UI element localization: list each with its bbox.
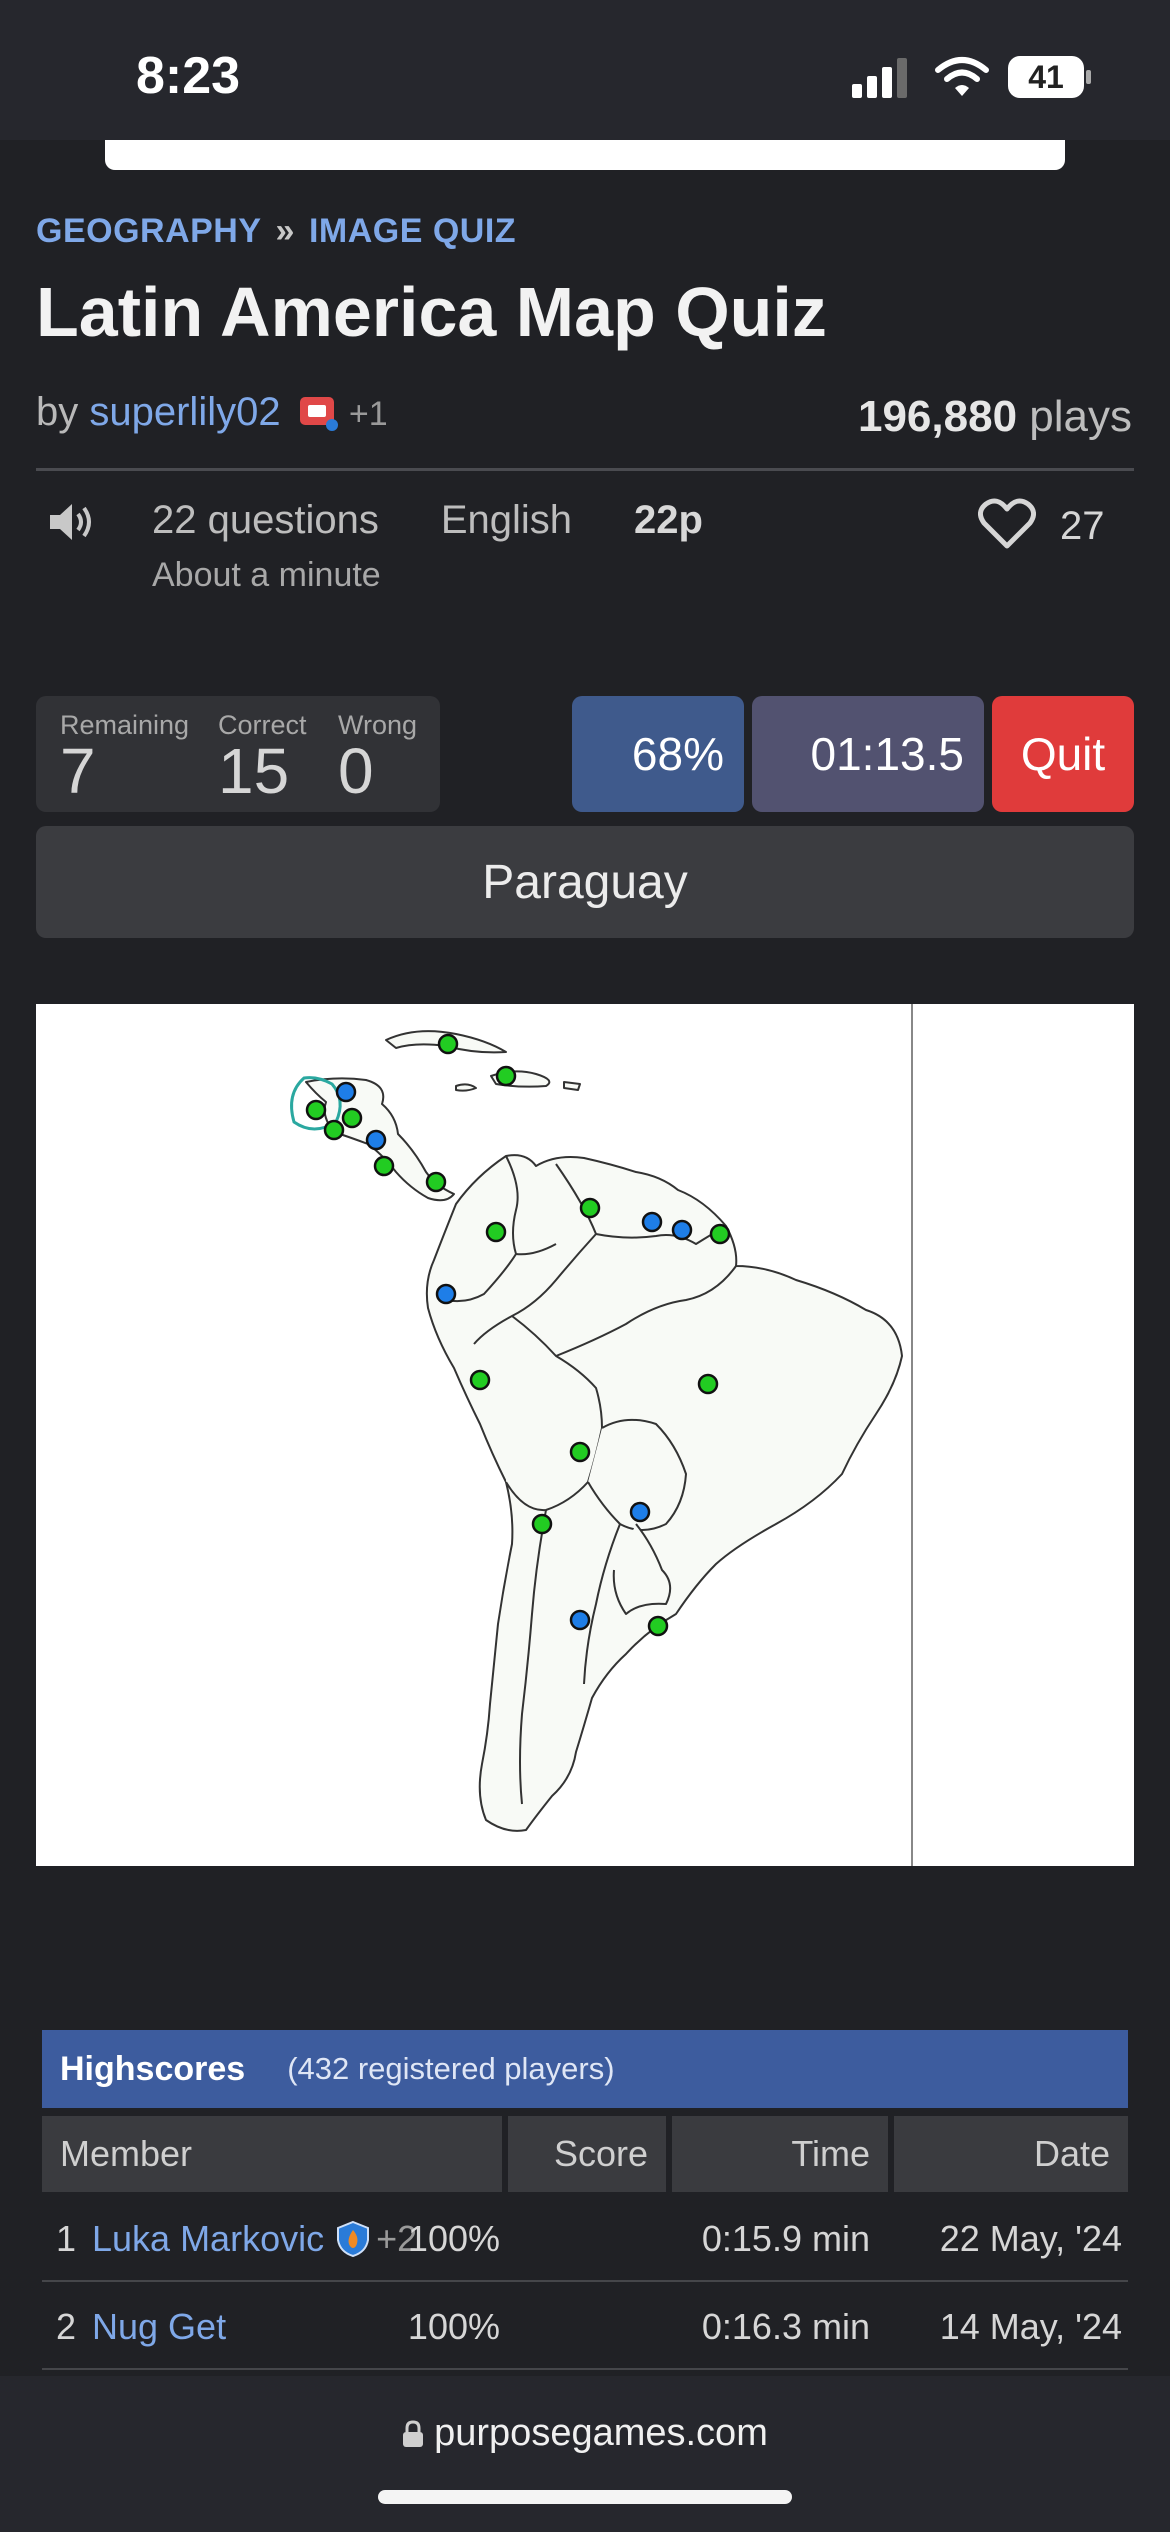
correct-value: 15: [218, 735, 290, 807]
wrong-value: 0: [338, 735, 374, 807]
author-extra: +1: [348, 395, 388, 433]
row-divider: [42, 2280, 1128, 2282]
score: 100%: [407, 2306, 500, 2347]
breadcrumb-image-quiz[interactable]: IMAGE QUIZ: [309, 212, 516, 250]
quiz-points: 22p: [634, 498, 703, 542]
by-label: by: [36, 390, 79, 434]
row-divider: [42, 2368, 1128, 2370]
column-score[interactable]: Score: [508, 2116, 666, 2192]
lock-icon: [403, 2420, 424, 2447]
table-row: 2 Nug Get 100% 0:16.3 min 14 May, '24: [42, 2286, 1128, 2368]
quiz-language[interactable]: English: [441, 498, 572, 542]
breadcrumb-separator: »: [275, 212, 295, 250]
author-link[interactable]: superlily02: [89, 390, 280, 434]
quiz-map[interactable]: [36, 1004, 1134, 1866]
divider: [36, 468, 1134, 471]
clock: 8:23: [136, 47, 241, 105]
page-title: Latin America Map Quiz: [36, 273, 827, 351]
progress-percent: 68%: [572, 696, 744, 812]
plays-number: 196,880: [857, 392, 1018, 441]
plays-count: 196,880 plays: [858, 392, 1132, 442]
wifi-icon: [935, 57, 989, 96]
column-member[interactable]: Member: [42, 2116, 502, 2192]
latin-america-map[interactable]: [36, 1004, 1134, 1866]
like-count: 27: [1060, 504, 1105, 548]
plays-label: plays: [1029, 392, 1132, 441]
shield-badge-icon: [337, 2220, 370, 2258]
home-indicator[interactable]: [378, 2490, 792, 2504]
remaining-value: 7: [60, 735, 96, 807]
quiz-meta: 22 questions English 22p: [152, 498, 765, 543]
battery-tip: [1086, 70, 1091, 84]
author-badge-icon: [299, 397, 338, 431]
highscores-columns: Member Score Time Date: [42, 2116, 1128, 2192]
timer: 01:13.5: [752, 696, 984, 812]
byline: by superlily02 +1: [36, 390, 388, 435]
highscores-subtitle: (432 registered players): [287, 2051, 615, 2086]
time: 0:15.9 min: [701, 2218, 870, 2259]
heart-icon[interactable]: [978, 498, 1036, 550]
breadcrumb: GEOGRAPHY » IMAGE QUIZ: [36, 212, 516, 251]
battery-level: 41: [1028, 58, 1064, 95]
current-question: Paraguay: [36, 826, 1134, 938]
address-bar[interactable]: purposegames.com: [0, 2412, 1170, 2455]
breadcrumb-geography[interactable]: GEOGRAPHY: [36, 212, 262, 250]
member-link[interactable]: Luka Markovic: [92, 2218, 324, 2260]
column-time[interactable]: Time: [672, 2116, 888, 2192]
score: 100%: [407, 2218, 500, 2259]
quiz-duration: About a minute: [152, 556, 381, 594]
ad-banner[interactable]: [105, 140, 1065, 170]
date: 22 May, '24: [939, 2218, 1122, 2259]
speaker-icon[interactable]: [48, 500, 96, 544]
member-link[interactable]: Nug Get: [92, 2306, 226, 2348]
quit-button[interactable]: Quit: [992, 696, 1134, 812]
highscores-title: Highscores: [60, 2049, 246, 2088]
battery-icon: 41: [1008, 56, 1084, 98]
question-count: 22 questions: [152, 498, 379, 542]
table-row: 1 Luka Markovic +2 100% 0:15.9 min 22 Ma…: [42, 2198, 1128, 2280]
highscores-header: Highscores (432 registered players): [42, 2030, 1128, 2108]
time: 0:16.3 min: [701, 2306, 870, 2347]
date: 14 May, '24: [939, 2306, 1122, 2347]
score-counters: Remaining 7 Correct 15 Wrong 0: [36, 696, 440, 812]
cellular-signal-icon: [852, 58, 907, 98]
rank: 2: [56, 2306, 77, 2347]
column-date[interactable]: Date: [894, 2116, 1128, 2192]
rank: 1: [56, 2218, 77, 2259]
url-text: purposegames.com: [434, 2412, 768, 2454]
